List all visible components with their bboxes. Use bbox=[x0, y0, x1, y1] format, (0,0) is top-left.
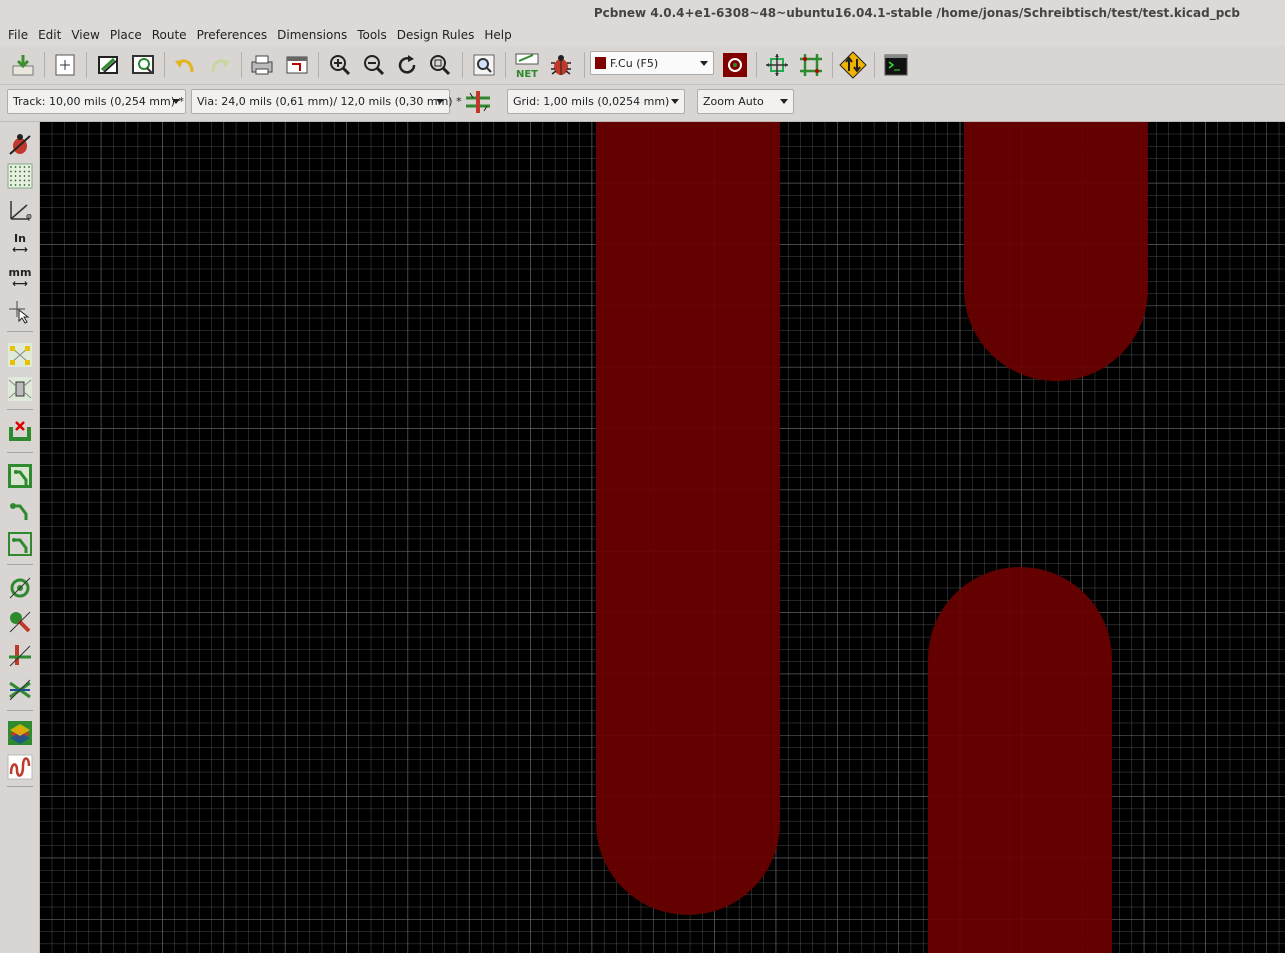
save-board-icon[interactable] bbox=[8, 50, 38, 80]
chevron-down-icon bbox=[172, 99, 180, 104]
copper-track-bottom-right bbox=[928, 567, 1112, 953]
autoplace-icon[interactable] bbox=[762, 50, 792, 80]
scripting-console-icon[interactable] bbox=[881, 50, 911, 80]
menu-file[interactable]: File bbox=[4, 26, 34, 46]
copper-track-top-right bbox=[964, 122, 1148, 381]
plot-icon[interactable] bbox=[282, 50, 312, 80]
via-size-label: Via: 24,0 mils (0,61 mm)/ 12,0 mils (0,3… bbox=[197, 95, 462, 108]
zone-outline-icon[interactable] bbox=[5, 495, 35, 525]
menu-bar: File Edit View Place Route Preferences D… bbox=[0, 26, 1285, 46]
left-options-toolbar: φ In ⟷ mm ⟷ bbox=[0, 122, 40, 953]
menu-preferences[interactable]: Preferences bbox=[193, 26, 274, 46]
chevron-down-icon bbox=[671, 99, 679, 104]
zone-fill-icon[interactable] bbox=[5, 461, 35, 491]
high-contrast-icon[interactable] bbox=[5, 675, 35, 705]
track-width-select[interactable]: Track: 10,00 mils (0,254 mm) * bbox=[7, 89, 186, 114]
microwave-icon[interactable] bbox=[5, 752, 35, 782]
menu-help[interactable]: Help bbox=[480, 26, 517, 46]
grid-label: Grid: 1,00 mils (0,0254 mm) bbox=[513, 95, 670, 108]
zoom-select[interactable]: Zoom Auto bbox=[697, 89, 794, 114]
mm-units-icon[interactable]: mm ⟷ bbox=[5, 263, 35, 293]
auto-delete-track-icon[interactable] bbox=[5, 417, 35, 447]
drc-off-icon[interactable] bbox=[5, 130, 35, 160]
page-settings-icon[interactable] bbox=[50, 50, 80, 80]
layer-select[interactable]: F.Cu (F5) bbox=[590, 51, 714, 75]
load-module-icon[interactable] bbox=[93, 50, 123, 80]
netlist-icon-text: NET bbox=[516, 69, 538, 79]
menu-tools[interactable]: Tools bbox=[353, 26, 393, 46]
track-via-auto-size-icon[interactable] bbox=[463, 87, 493, 117]
via-size-select[interactable]: Via: 24,0 mils (0,61 mm)/ 12,0 mils (0,3… bbox=[191, 89, 462, 114]
module-ratsnest-icon[interactable] bbox=[5, 374, 35, 404]
layer-color-swatch bbox=[595, 57, 606, 69]
module-editor-icon[interactable] bbox=[128, 50, 158, 80]
chevron-down-icon bbox=[436, 99, 444, 104]
pad-sketch-icon[interactable] bbox=[5, 573, 35, 603]
zone-unfilled-icon[interactable] bbox=[5, 529, 35, 559]
window-title: Pcbnew 4.0.4+e1-6308~48~ubuntu16.04.1-st… bbox=[593, 6, 1240, 20]
via-sketch-icon[interactable] bbox=[5, 607, 35, 637]
chevron-down-icon bbox=[700, 61, 708, 66]
pcb-canvas[interactable] bbox=[40, 122, 1285, 953]
menu-design-rules[interactable]: Design Rules bbox=[393, 26, 481, 46]
find-icon[interactable] bbox=[469, 50, 499, 80]
svg-text:φ: φ bbox=[26, 212, 32, 222]
layer-select-label: F.Cu (F5) bbox=[610, 57, 659, 70]
zoom-fit-icon[interactable] bbox=[425, 50, 455, 80]
zoom-out-icon[interactable] bbox=[359, 50, 389, 80]
menu-place[interactable]: Place bbox=[106, 26, 148, 46]
menu-edit[interactable]: Edit bbox=[34, 26, 67, 46]
inch-units-icon[interactable]: In ⟷ bbox=[5, 229, 35, 259]
menu-view[interactable]: View bbox=[67, 26, 105, 46]
layers-manager-icon[interactable] bbox=[5, 718, 35, 748]
track-sketch-icon[interactable] bbox=[5, 641, 35, 671]
interactive-router-icon[interactable] bbox=[838, 50, 868, 80]
print-icon[interactable] bbox=[247, 50, 277, 80]
ratsnest-icon[interactable] bbox=[5, 340, 35, 370]
grid-toggle-icon[interactable] bbox=[5, 161, 35, 191]
copper-track-left bbox=[596, 122, 780, 915]
zoom-label: Zoom Auto bbox=[703, 95, 764, 108]
via-options-icon[interactable] bbox=[720, 50, 750, 80]
redo-icon[interactable] bbox=[205, 50, 235, 80]
track-width-label: Track: 10,00 mils (0,254 mm) * bbox=[13, 95, 185, 108]
zoom-in-icon[interactable] bbox=[325, 50, 355, 80]
netlist-icon[interactable]: NET bbox=[512, 50, 542, 80]
undo-icon[interactable] bbox=[170, 50, 200, 80]
menu-dimensions[interactable]: Dimensions bbox=[273, 26, 353, 46]
redraw-icon[interactable] bbox=[392, 50, 422, 80]
grid-select[interactable]: Grid: 1,00 mils (0,0254 mm) bbox=[507, 89, 685, 114]
chevron-down-icon bbox=[780, 99, 788, 104]
cursor-shape-icon[interactable] bbox=[5, 297, 35, 327]
drc-icon[interactable] bbox=[546, 50, 576, 80]
window-titlebar: Pcbnew 4.0.4+e1-6308~48~ubuntu16.04.1-st… bbox=[0, 0, 1285, 26]
autoroute-icon[interactable] bbox=[796, 50, 826, 80]
menu-route[interactable]: Route bbox=[148, 26, 193, 46]
polar-coords-icon[interactable]: φ bbox=[5, 195, 35, 225]
